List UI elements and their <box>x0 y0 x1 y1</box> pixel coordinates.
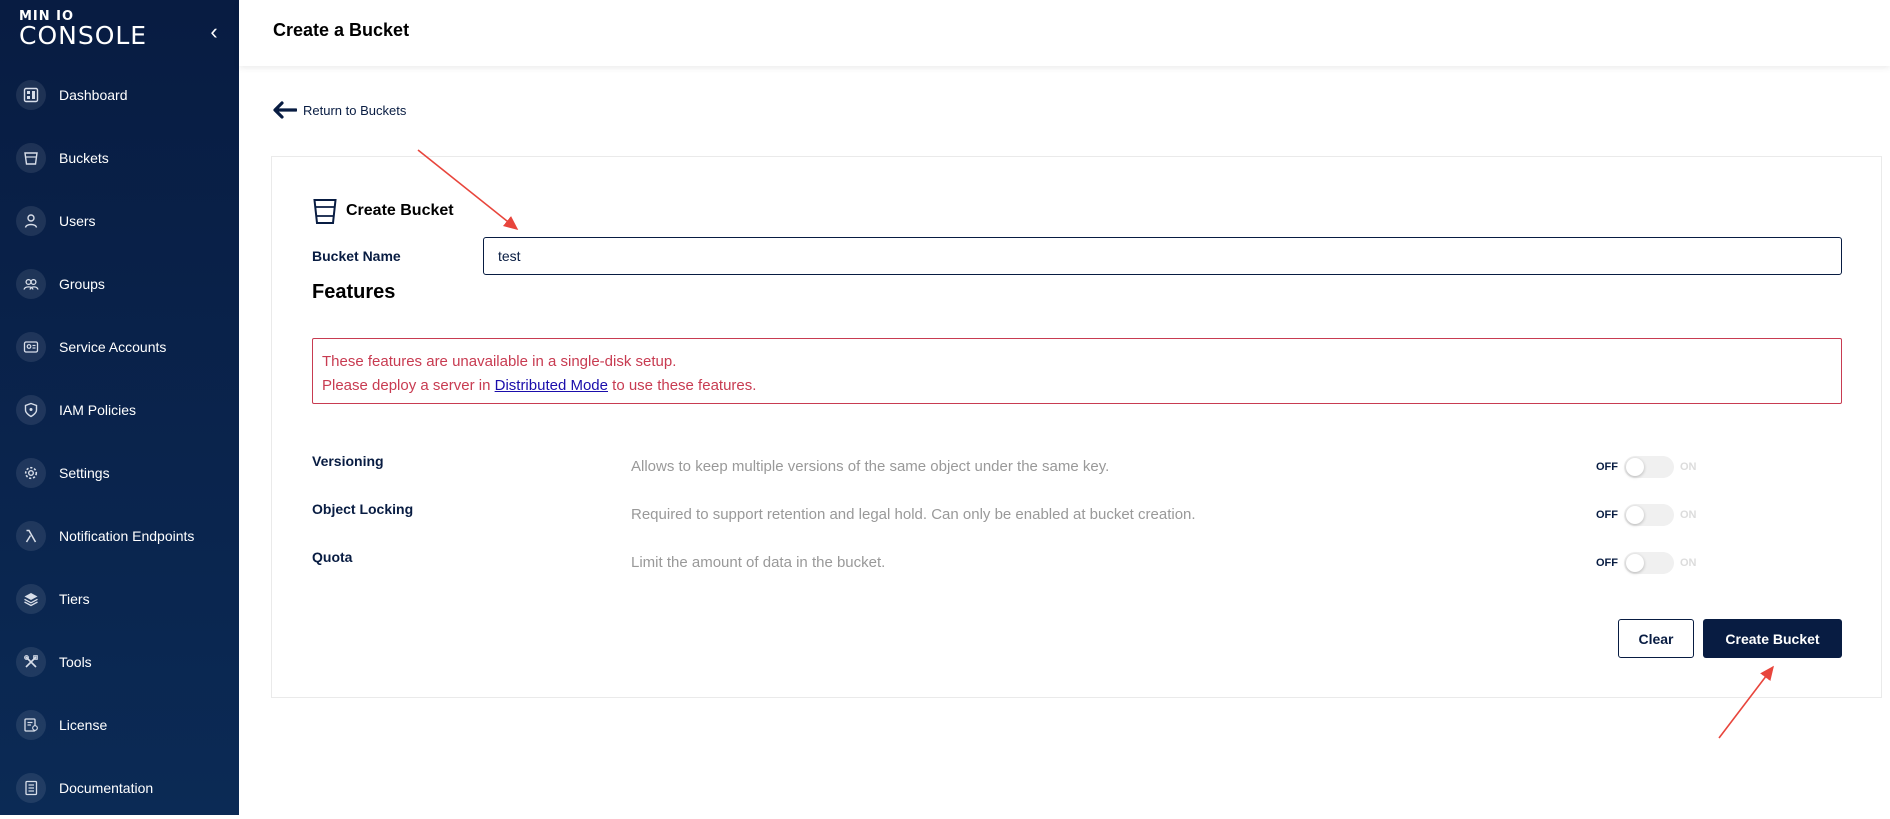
sidebar-item-service-accounts[interactable]: Service Accounts <box>0 315 239 378</box>
logo-big-text: CONSOLE <box>19 21 148 50</box>
collapse-sidebar-chevron-icon[interactable]: ‹ <box>204 20 224 44</box>
sidebar-item-label: IAM Policies <box>59 401 137 418</box>
document-icon <box>16 772 46 803</box>
feature-description: Required to support retention and legal … <box>631 506 1196 523</box>
sidebar-item-label: License <box>59 716 108 733</box>
return-to-buckets-link[interactable]: Return to Buckets <box>271 100 406 120</box>
sidebar-item-label: Tools <box>59 653 92 670</box>
toggle-knob <box>1626 458 1644 476</box>
create-bucket-card: Create Bucket Bucket Name Features These… <box>271 156 1882 698</box>
toggle-off-label: OFF <box>1596 509 1618 521</box>
sidebar-item-label: Buckets <box>59 149 109 166</box>
gear-icon <box>16 457 46 488</box>
sidebar-item-tiers[interactable]: Tiers <box>0 567 239 630</box>
toggle-off-label: OFF <box>1596 461 1618 473</box>
sidebar-item-label: Dashboard <box>59 86 128 103</box>
warning-line-1: These features are unavailable in a sing… <box>322 353 677 370</box>
feature-name: Quota <box>312 549 353 565</box>
bucket-icon <box>16 142 46 173</box>
sidebar: MIN IO CONSOLE ‹ Dashboard Buckets Users <box>0 0 239 815</box>
groups-icon <box>16 268 46 299</box>
toggle-knob <box>1626 554 1644 572</box>
card-title: Create Bucket <box>312 197 454 225</box>
toggle-switch[interactable] <box>1624 504 1674 526</box>
feature-row-versioning: Versioning Allows to keep multiple versi… <box>312 453 1842 483</box>
distributed-mode-link[interactable]: Distributed Mode <box>495 377 608 394</box>
arrow-left-icon <box>273 101 297 119</box>
warning-text-pre: Please deploy a server in <box>322 377 495 394</box>
feature-name: Object Locking <box>312 501 414 517</box>
sidebar-item-tools[interactable]: Tools <box>0 630 239 693</box>
create-bucket-button[interactable]: Create Bucket <box>1703 619 1842 658</box>
sidebar-item-label: Service Accounts <box>59 338 167 355</box>
lambda-icon <box>16 520 46 551</box>
sidebar-item-notification-endpoints[interactable]: Notification Endpoints <box>0 504 239 567</box>
toggle-on-label: ON <box>1680 557 1697 569</box>
sidebar-nav: Dashboard Buckets Users Groups Service A… <box>0 63 239 819</box>
feature-description: Limit the amount of data in the bucket. <box>631 554 886 571</box>
sidebar-item-label: Users <box>59 212 96 229</box>
sidebar-item-label: Settings <box>59 464 110 481</box>
sidebar-item-users[interactable]: Users <box>0 189 239 252</box>
bucket-name-label: Bucket Name <box>312 248 401 264</box>
feature-name: Versioning <box>312 453 384 469</box>
distributed-mode-warning: These features are unavailable in a sing… <box>312 338 1842 404</box>
object-locking-toggle[interactable]: OFF ON <box>1596 501 1716 529</box>
license-icon <box>16 709 46 740</box>
card-title-text: Create Bucket <box>346 202 454 219</box>
sidebar-item-groups[interactable]: Groups <box>0 252 239 315</box>
versioning-toggle[interactable]: OFF ON <box>1596 453 1716 481</box>
features-heading: Features <box>312 281 396 303</box>
warning-line-2: Please deploy a server in Distributed Mo… <box>322 374 1832 398</box>
dashboard-icon <box>16 79 46 110</box>
page-header: Create a Bucket <box>239 0 1890 66</box>
minio-console-logo[interactable]: MIN IO CONSOLE <box>19 10 148 50</box>
feature-row-object-locking: Object Locking Required to support reten… <box>312 501 1842 531</box>
sidebar-item-label: Documentation <box>59 779 154 796</box>
toggle-off-label: OFF <box>1596 557 1618 569</box>
sidebar-item-label: Tiers <box>59 590 90 607</box>
sidebar-item-label: Notification Endpoints <box>59 527 195 544</box>
bucket-icon <box>313 199 337 224</box>
layers-icon <box>16 583 46 614</box>
feature-description: Allows to keep multiple versions of the … <box>631 458 1110 475</box>
sidebar-item-documentation[interactable]: Documentation <box>0 756 239 819</box>
toggle-on-label: ON <box>1680 509 1697 521</box>
sidebar-item-dashboard[interactable]: Dashboard <box>0 63 239 126</box>
bucket-name-input[interactable] <box>483 237 1842 275</box>
return-to-buckets-label: Return to Buckets <box>303 102 407 118</box>
tools-icon <box>16 646 46 677</box>
feature-row-quota: Quota Limit the amount of data in the bu… <box>312 549 1842 579</box>
shield-icon <box>16 394 46 425</box>
warning-text-post: to use these features. <box>608 377 757 394</box>
sidebar-item-license[interactable]: License <box>0 693 239 756</box>
toggle-switch[interactable] <box>1624 456 1674 478</box>
toggle-on-label: ON <box>1680 461 1697 473</box>
sidebar-item-settings[interactable]: Settings <box>0 441 239 504</box>
user-icon <box>16 205 46 236</box>
sidebar-item-buckets[interactable]: Buckets <box>0 126 239 189</box>
toggle-switch[interactable] <box>1624 552 1674 574</box>
clear-button[interactable]: Clear <box>1618 619 1694 658</box>
quota-toggle[interactable]: OFF ON <box>1596 549 1716 577</box>
sidebar-item-iam-policies[interactable]: IAM Policies <box>0 378 239 441</box>
page-title: Create a Bucket <box>273 20 410 40</box>
sidebar-item-label: Groups <box>59 275 105 292</box>
service-accounts-icon <box>16 331 46 362</box>
toggle-knob <box>1626 506 1644 524</box>
